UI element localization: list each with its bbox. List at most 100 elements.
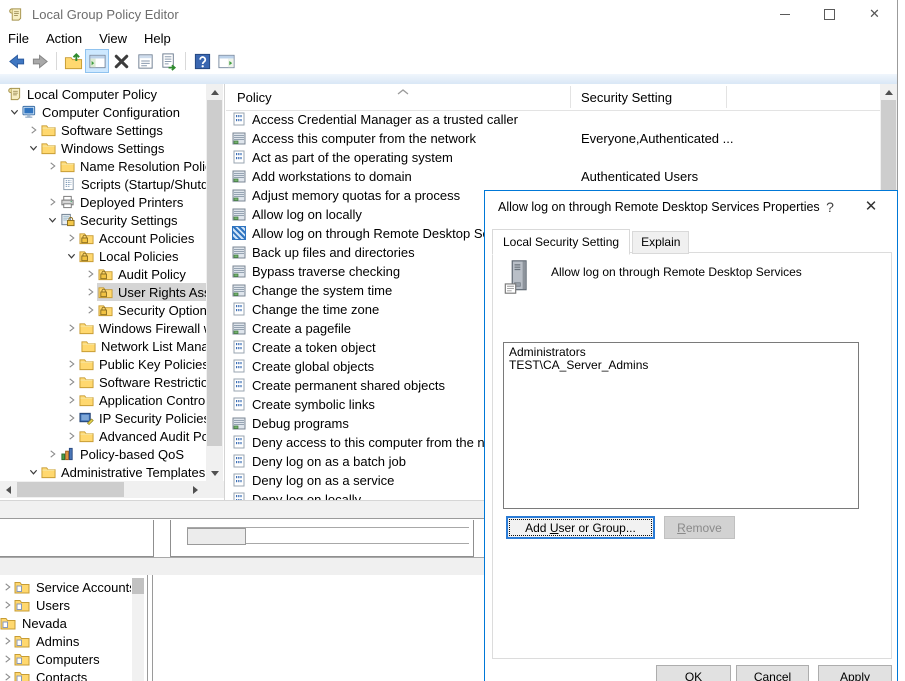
scrollbar-thumb[interactable] — [207, 100, 222, 446]
apply-button[interactable]: Apply — [818, 665, 892, 681]
tree-item-security-settings[interactable]: Security Settings — [0, 211, 206, 229]
tree-item-computer-configuration[interactable]: Computer Configuration — [0, 103, 206, 121]
scroll-up-icon[interactable] — [880, 84, 897, 100]
tree-item-label: Audit Policy — [118, 267, 186, 282]
chevron-collapsed-icon[interactable] — [65, 412, 78, 424]
column-divider[interactable] — [726, 86, 727, 108]
tree-item-account-policies[interactable]: Account Policies — [0, 229, 206, 247]
chevron-collapsed-icon[interactable] — [65, 322, 78, 334]
members-listbox[interactable]: AdministratorsTEST\CA_Server_Admins — [503, 342, 859, 509]
show-console-tree-button[interactable] — [85, 49, 109, 73]
tree-item-network-list-mana[interactable]: Network List Mana — [0, 337, 206, 355]
show-action-pane-button[interactable] — [214, 49, 238, 73]
ad-tree-item-users[interactable]: Users — [0, 596, 131, 614]
policy-row-act-as-part-of-the-operating-system[interactable]: Act as part of the operating system — [226, 148, 880, 167]
column-header-policy[interactable]: Policy — [237, 90, 272, 105]
help-button[interactable] — [190, 49, 214, 73]
tab-explain[interactable]: Explain — [632, 231, 689, 254]
tree-item-scripts-startup-shutdo[interactable]: Scripts (Startup/Shutdo — [0, 175, 206, 193]
tree-item-application-contro[interactable]: Application Contro — [0, 391, 206, 409]
chevron-collapsed-icon[interactable] — [1, 581, 14, 593]
column-header-security-setting[interactable]: Security Setting — [581, 90, 672, 105]
tree-item-administrative-templates[interactable]: Administrative Templates — [0, 463, 206, 481]
tree-item-local-policies[interactable]: Local Policies — [0, 247, 206, 265]
chevron-collapsed-icon[interactable] — [1, 671, 14, 681]
ad-tree-item-nevada[interactable]: Nevada — [0, 614, 131, 632]
tree-item-name-resolution-polic[interactable]: Name Resolution Polic — [0, 157, 206, 175]
menu-action[interactable]: Action — [46, 31, 82, 46]
chevron-collapsed-icon[interactable] — [84, 268, 97, 280]
chevron-collapsed-icon[interactable] — [65, 358, 78, 370]
tree-item-advanced-audit-po[interactable]: Advanced Audit Po — [0, 427, 206, 445]
ad-tree-item-admins[interactable]: Admins — [0, 632, 131, 650]
tree-vertical-scrollbar[interactable] — [206, 84, 223, 481]
tab-local-security-setting[interactable]: Local Security Setting — [492, 229, 630, 255]
export-list-button[interactable] — [157, 49, 181, 73]
chevron-expanded-icon[interactable] — [8, 106, 21, 118]
cancel-button[interactable]: Cancel — [736, 665, 809, 681]
remove-button[interactable]: Remove — [664, 516, 735, 539]
minimize-icon[interactable] — [762, 0, 807, 28]
chevron-expanded-icon[interactable] — [46, 214, 59, 226]
chevron-expanded-icon[interactable] — [27, 142, 40, 154]
chevron-collapsed-icon[interactable] — [65, 430, 78, 442]
policy-row-add-workstations-to-domain[interactable]: Add workstations to domainAuthenticated … — [226, 167, 880, 186]
chevron-collapsed-icon[interactable] — [84, 286, 97, 298]
policy-row-access-this-computer-from-the-network[interactable]: Access this computer from the networkEve… — [226, 129, 880, 148]
member-item[interactable]: TEST\CA_Server_Admins — [509, 359, 853, 372]
back-button[interactable] — [4, 49, 28, 73]
menu-file[interactable]: File — [8, 31, 29, 46]
tree-item-windows-firewall-w[interactable]: Windows Firewall w — [0, 319, 206, 337]
chevron-collapsed-icon[interactable] — [65, 232, 78, 244]
chevron-expanded-icon[interactable] — [27, 466, 40, 478]
menu-help[interactable]: Help — [144, 31, 171, 46]
tree-item-security-option[interactable]: Security Option — [0, 301, 206, 319]
tree-item-software-settings[interactable]: Software Settings — [0, 121, 206, 139]
tree-item-policy-based-qos[interactable]: Policy-based QoS — [0, 445, 206, 463]
up-one-level-button[interactable] — [61, 49, 85, 73]
chevron-collapsed-icon[interactable] — [27, 124, 40, 136]
tree-item-audit-policy[interactable]: Audit Policy — [0, 265, 206, 283]
chevron-collapsed-icon[interactable] — [1, 653, 14, 665]
ad-tree-item-service-accounts[interactable]: Service Accounts — [0, 578, 131, 596]
tree-item-public-key-policies[interactable]: Public Key Policies — [0, 355, 206, 373]
policy-row-access-credential-manager-as-a-trusted-cal[interactable]: Access Credential Manager as a trusted c… — [226, 110, 880, 129]
chevron-collapsed-icon[interactable] — [1, 599, 14, 611]
scrollbar-thumb[interactable] — [17, 482, 124, 497]
scroll-right-icon[interactable] — [187, 481, 204, 498]
maximize-icon[interactable] — [807, 0, 852, 28]
close-icon[interactable]: ✕ — [852, 0, 897, 28]
ad-tree-item-contacts[interactable]: Contacts — [0, 668, 131, 681]
scrollbar-thumb[interactable] — [132, 578, 144, 594]
scroll-down-icon[interactable] — [206, 465, 223, 481]
chevron-collapsed-icon[interactable] — [46, 160, 59, 172]
delete-button[interactable] — [109, 49, 133, 73]
policy-doc-icon — [232, 454, 246, 468]
tree-horizontal-scrollbar[interactable] — [0, 481, 224, 498]
chevron-expanded-icon[interactable] — [65, 250, 78, 262]
chevron-collapsed-icon[interactable] — [84, 304, 97, 316]
tree-item-local-computer-policy[interactable]: Local Computer Policy — [0, 85, 206, 103]
chevron-collapsed-icon[interactable] — [46, 448, 59, 460]
tree-item-windows-settings[interactable]: Windows Settings — [0, 139, 206, 157]
close-icon[interactable]: ✕ — [857, 197, 885, 215]
chevron-collapsed-icon[interactable] — [65, 394, 78, 406]
properties-button[interactable] — [133, 49, 157, 73]
chevron-collapsed-icon[interactable] — [46, 196, 59, 208]
ok-button[interactable]: OK — [656, 665, 731, 681]
chevron-collapsed-icon[interactable] — [1, 635, 14, 647]
forward-button[interactable] — [28, 49, 52, 73]
ad-tree-item-computers[interactable]: Computers — [0, 650, 131, 668]
tree-item-user-rights-assi[interactable]: User Rights Assi — [0, 283, 206, 301]
add-user-or-group-button[interactable]: Add User or Group... — [506, 516, 655, 539]
tree-item-software-restriction[interactable]: Software Restriction — [0, 373, 206, 391]
help-button[interactable]: ? — [819, 199, 841, 215]
chevron-collapsed-icon[interactable] — [65, 376, 78, 388]
menu-view[interactable]: View — [99, 31, 127, 46]
tree-item-ip-security-policies[interactable]: IP Security Policies — [0, 409, 206, 427]
background-scrollbar[interactable] — [132, 578, 144, 681]
scroll-up-icon[interactable] — [206, 84, 223, 100]
column-divider[interactable] — [570, 86, 571, 108]
scroll-left-icon[interactable] — [0, 481, 17, 498]
tree-item-deployed-printers[interactable]: Deployed Printers — [0, 193, 206, 211]
